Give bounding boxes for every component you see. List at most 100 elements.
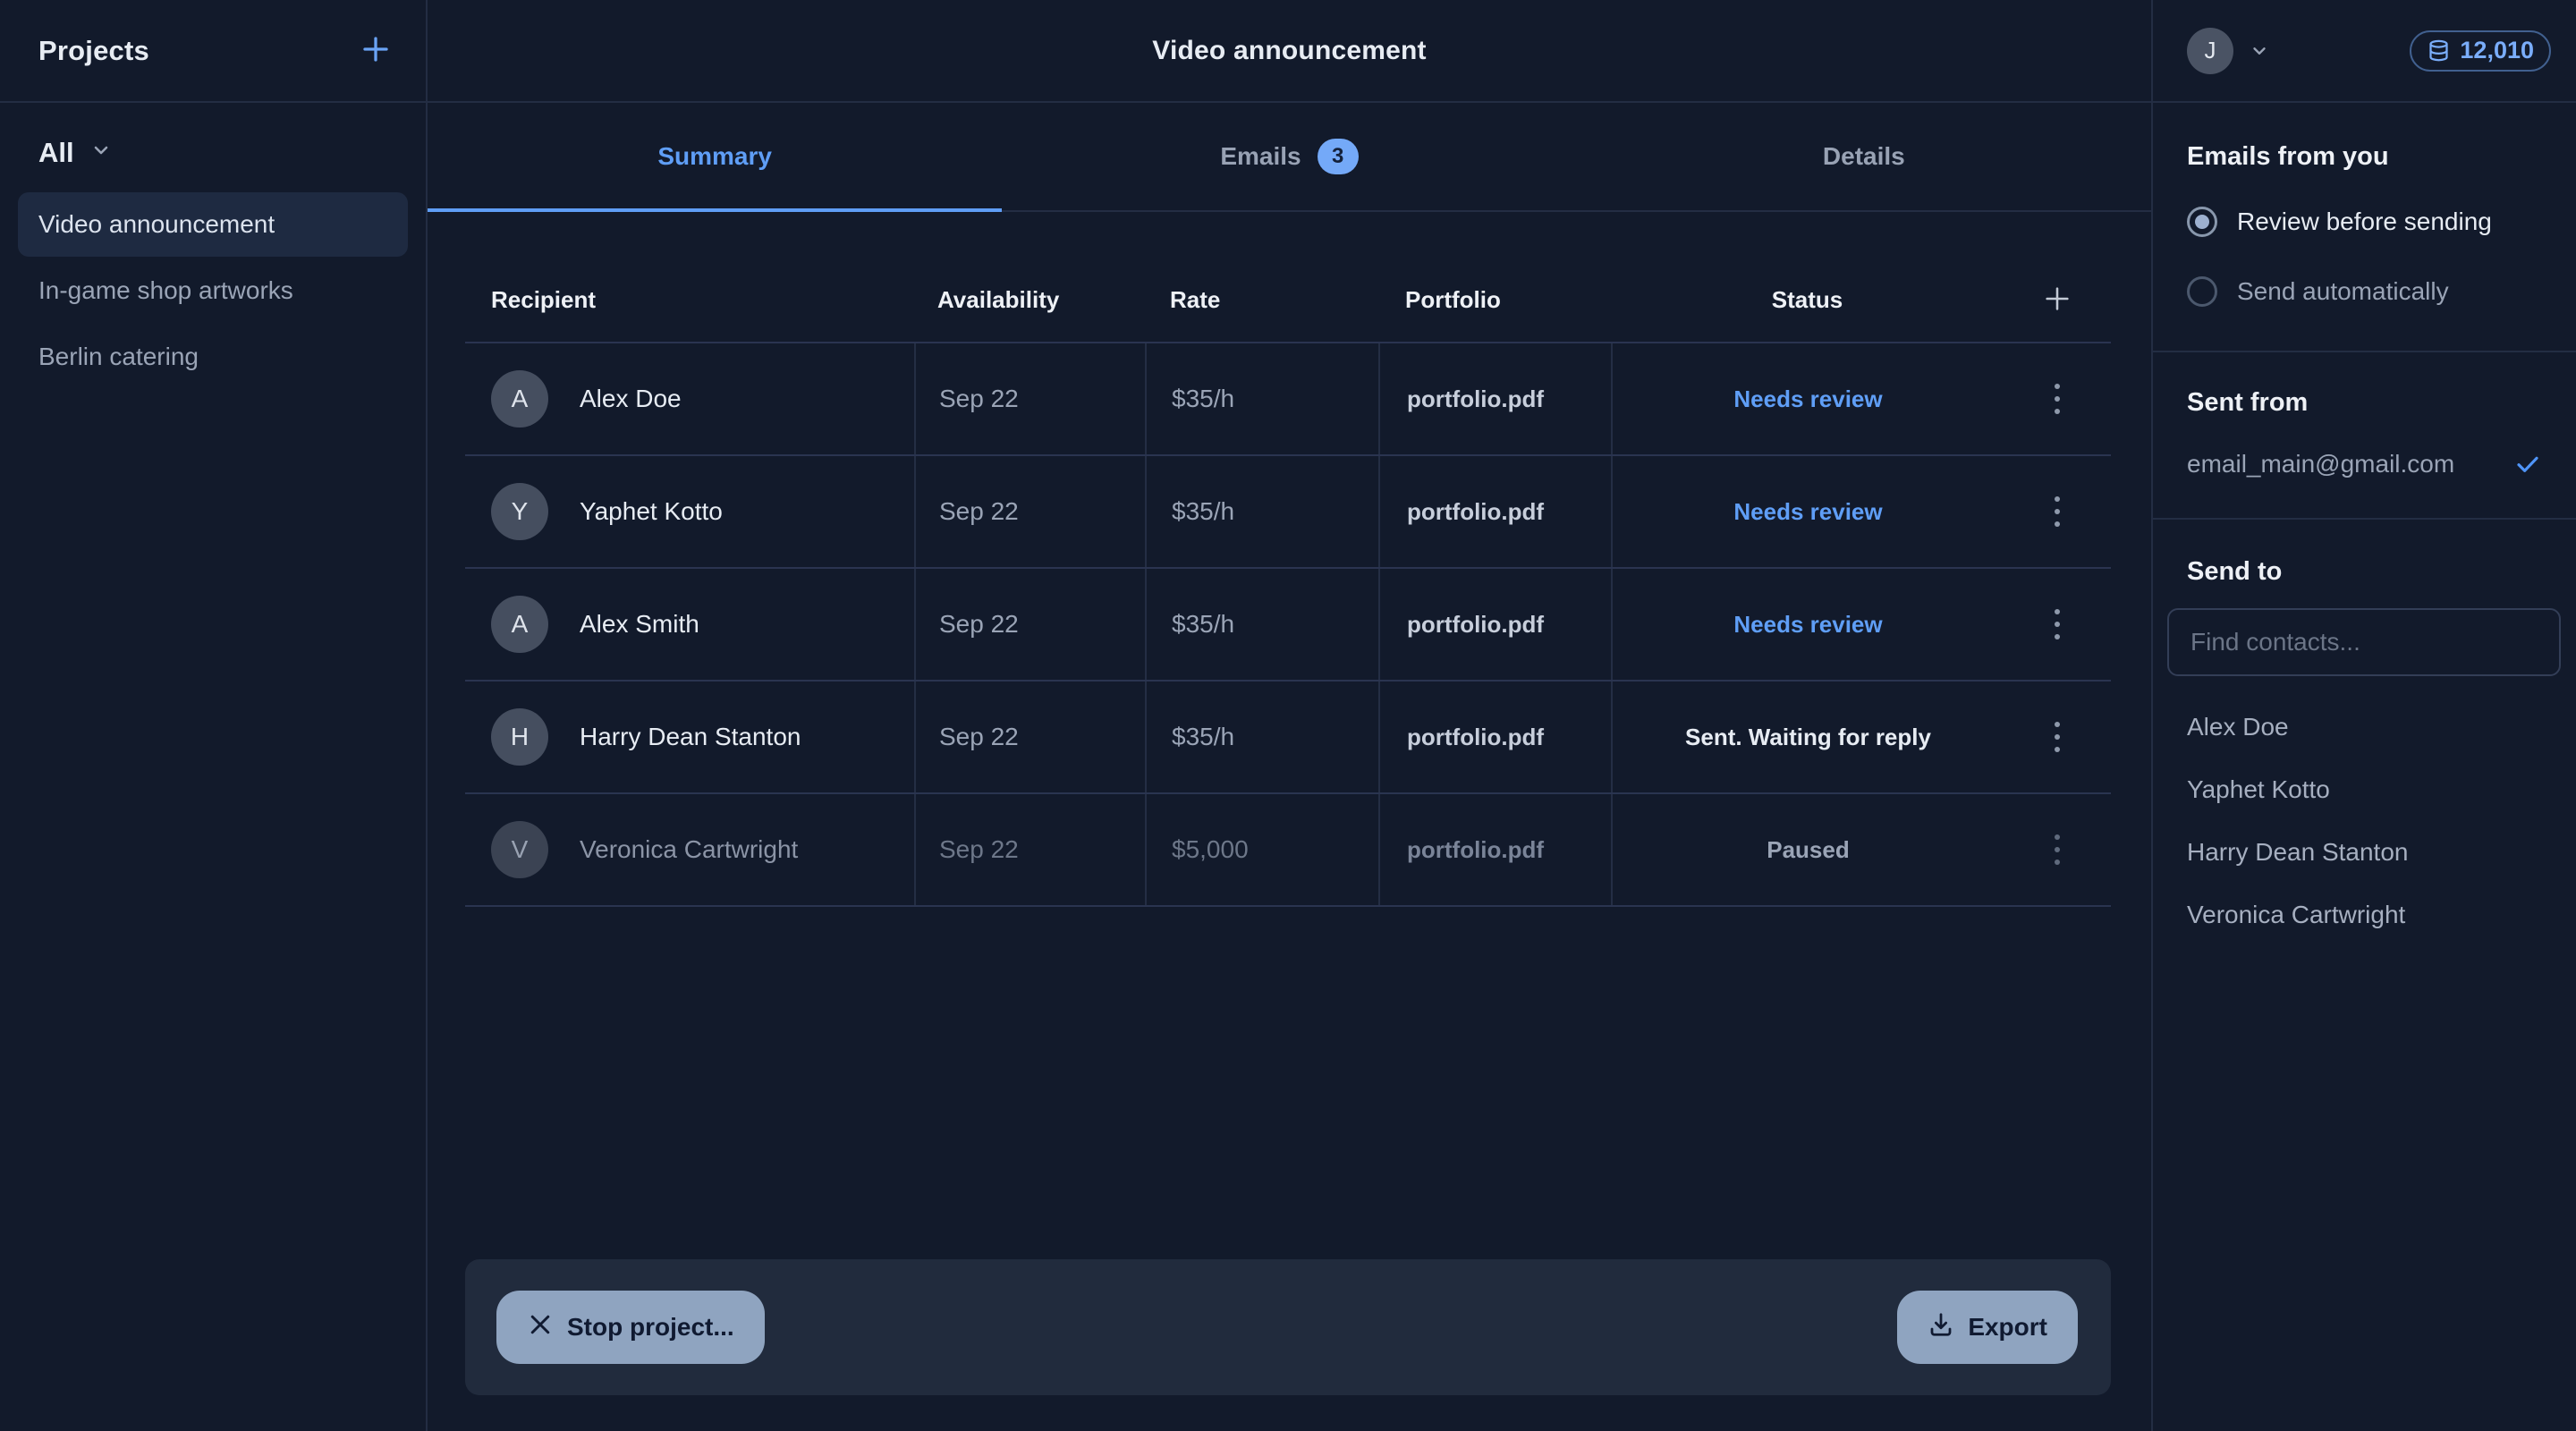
recipient-avatar: V (491, 821, 548, 878)
project-list: Video announcement In-game shop artworks… (0, 192, 426, 391)
contact-name: Alex Doe (2187, 713, 2289, 741)
sidebar-project-item[interactable]: Berlin catering (18, 325, 408, 389)
portfolio-link[interactable]: portfolio.pdf (1378, 569, 1611, 680)
tab-emails[interactable]: Emails 3 (1002, 103, 1576, 210)
download-icon (1928, 1311, 1954, 1344)
credits-badge[interactable]: 12,010 (2410, 30, 2551, 72)
kebab-menu-icon[interactable] (2046, 375, 2069, 423)
tab-count-badge: 3 (1318, 139, 1359, 174)
chevron-down-icon[interactable] (2250, 41, 2269, 61)
rate-value: $5,000 (1145, 794, 1378, 905)
recipient-name: Alex Doe (580, 385, 682, 413)
send-to-title: Send to (2187, 557, 2542, 587)
find-contacts-input[interactable] (2167, 608, 2561, 676)
emails-from-you-title: Emails from you (2187, 142, 2542, 172)
project-filter-label: All (38, 137, 74, 169)
recipient-avatar: A (491, 370, 548, 428)
add-recipient-button[interactable] (2036, 279, 2079, 322)
rate-value: $35/h (1145, 343, 1378, 454)
portfolio-link[interactable]: portfolio.pdf (1378, 794, 1611, 905)
project-label: Video announcement (38, 210, 275, 239)
tab-details[interactable]: Details (1577, 103, 2151, 210)
recipient-name: Alex Smith (580, 610, 699, 639)
table-row[interactable]: V Veronica Cartwright Sep 22 $5,000 port… (465, 794, 2111, 907)
column-header-portfolio: Portfolio (1378, 286, 1611, 314)
sender-email: email_main@gmail.com (2187, 450, 2454, 478)
recipient-name: Yaphet Kotto (580, 497, 723, 526)
kebab-menu-icon[interactable] (2046, 487, 2069, 536)
contact-item[interactable]: Harry Dean Stanton (2187, 821, 2542, 884)
contact-item[interactable]: Veronica Cartwright (2187, 884, 2542, 946)
recipient-avatar: A (491, 596, 548, 653)
chevron-down-icon (90, 139, 112, 167)
radio-icon (2187, 276, 2217, 307)
contact-name: Veronica Cartwright (2187, 901, 2405, 929)
table-row[interactable]: A Alex Smith Sep 22 $35/h portfolio.pdf … (465, 569, 2111, 682)
status-badge: Sent. Waiting for reply (1613, 724, 2004, 751)
table-header-row: Recipient Availability Rate Portfolio St… (465, 212, 2111, 342)
contact-list: Alex Doe Yaphet Kotto Harry Dean Stanton… (2187, 696, 2542, 946)
projects-title: Projects (38, 35, 149, 67)
table-row[interactable]: Y Yaphet Kotto Sep 22 $35/h portfolio.pd… (465, 456, 2111, 569)
plus-icon (2042, 284, 2072, 317)
contact-item[interactable]: Alex Doe (2187, 696, 2542, 758)
database-icon (2427, 38, 2451, 63)
check-icon (2513, 450, 2542, 478)
project-filter-dropdown[interactable]: All (38, 137, 387, 169)
availability-value: Sep 22 (914, 682, 1145, 792)
projects-sidebar: Projects All Video announcement In-game … (0, 0, 428, 1431)
contact-item[interactable]: Yaphet Kotto (2187, 758, 2542, 821)
tab-bar: Summary Emails 3 Details (428, 103, 2151, 212)
column-header-status: Status (1611, 279, 2111, 322)
availability-value: Sep 22 (914, 794, 1145, 905)
rate-value: $35/h (1145, 569, 1378, 680)
radio-option[interactable]: Review before sending (2187, 202, 2542, 241)
recipients-table: Recipient Availability Rate Portfolio St… (465, 212, 2111, 907)
sidebar-project-item[interactable]: Video announcement (18, 192, 408, 257)
table-row[interactable]: H Harry Dean Stanton Sep 22 $35/h portfo… (465, 682, 2111, 794)
action-bar: Stop project... Export (465, 1259, 2111, 1395)
stop-project-button[interactable]: Stop project... (496, 1291, 765, 1364)
export-button[interactable]: Export (1897, 1291, 2078, 1364)
kebab-menu-icon[interactable] (2046, 600, 2069, 648)
portfolio-link[interactable]: portfolio.pdf (1378, 343, 1611, 454)
page-title: Video announcement (1152, 36, 1426, 66)
availability-value: Sep 22 (914, 569, 1145, 680)
table-row[interactable]: A Alex Doe Sep 22 $35/h portfolio.pdf Ne… (465, 343, 2111, 456)
project-label: Berlin catering (38, 343, 199, 371)
recipient-name: Veronica Cartwright (580, 835, 798, 864)
rate-value: $35/h (1145, 682, 1378, 792)
radio-option-label: Send automatically (2237, 277, 2449, 306)
main-header: Video announcement (428, 0, 2151, 103)
add-project-button[interactable] (354, 30, 397, 72)
tab-label: Summary (657, 142, 772, 171)
tab-label: Details (1823, 142, 1905, 171)
user-avatar[interactable]: J (2187, 28, 2233, 74)
sent-from-title: Sent from (2187, 388, 2542, 418)
availability-value: Sep 22 (914, 456, 1145, 567)
radio-option-label: Review before sending (2237, 207, 2492, 236)
sent-from-section: Sent from email_main@gmail.com (2153, 352, 2576, 520)
project-label: In-game shop artworks (38, 276, 293, 305)
portfolio-link[interactable]: portfolio.pdf (1378, 456, 1611, 567)
status-badge: Needs review (1613, 498, 2004, 526)
contact-name: Yaphet Kotto (2187, 775, 2330, 804)
tab-label: Emails (1220, 142, 1301, 171)
column-header-availability: Availability (914, 286, 1145, 314)
recipient-avatar: H (491, 708, 548, 766)
kebab-menu-icon[interactable] (2046, 826, 2069, 874)
recipient-avatar: Y (491, 483, 548, 540)
send-to-section: Send to Alex Doe Yaphet Kotto Harry Dean… (2153, 520, 2576, 946)
radio-option[interactable]: Send automatically (2187, 272, 2542, 311)
status-badge: Needs review (1613, 385, 2004, 413)
portfolio-link[interactable]: portfolio.pdf (1378, 682, 1611, 792)
credits-value: 12,010 (2460, 37, 2534, 64)
plus-icon (360, 33, 392, 68)
column-header-recipient: Recipient (465, 286, 914, 314)
contact-name: Harry Dean Stanton (2187, 838, 2408, 867)
sent-from-email-row[interactable]: email_main@gmail.com (2187, 450, 2542, 478)
sidebar-project-item[interactable]: In-game shop artworks (18, 258, 408, 323)
settings-sidebar: J 12,010 Emails from you Review before s… (2151, 0, 2576, 1431)
tab-summary[interactable]: Summary (428, 103, 1002, 210)
kebab-menu-icon[interactable] (2046, 713, 2069, 761)
